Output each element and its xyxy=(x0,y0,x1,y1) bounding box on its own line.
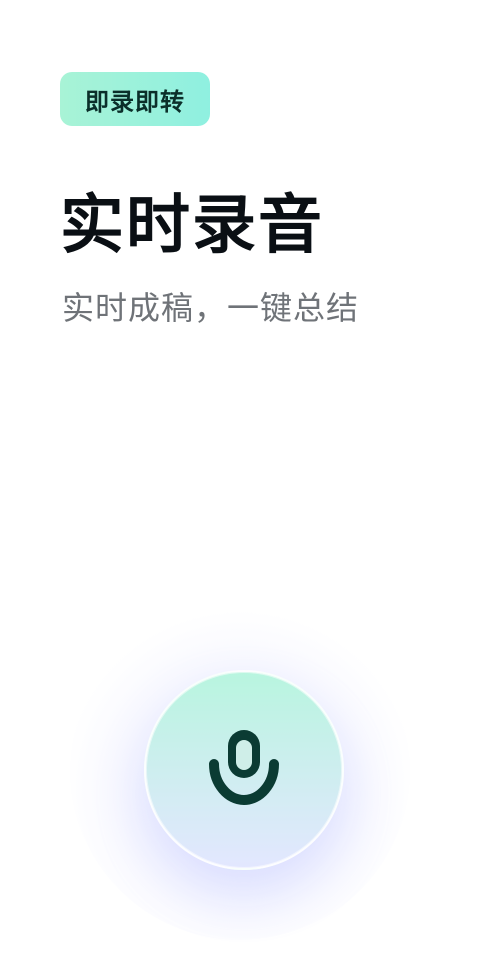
microphone-icon xyxy=(209,730,279,806)
page-title: 实时录音 xyxy=(60,189,324,263)
feature-badge: 即录即转 xyxy=(60,72,210,126)
record-button[interactable] xyxy=(144,670,344,870)
page-subtitle: 实时成稿，一键总结 xyxy=(62,289,360,327)
